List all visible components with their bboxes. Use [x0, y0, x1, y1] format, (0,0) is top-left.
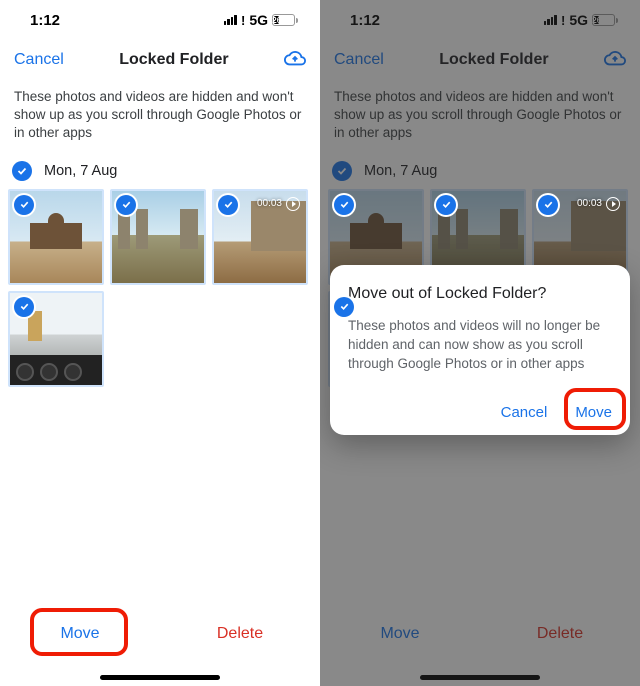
date-row[interactable]: Mon, 7 Aug	[0, 151, 320, 189]
network-label: 5G	[249, 12, 268, 28]
video-thumb[interactable]: 00:03	[212, 189, 308, 285]
selected-check-icon[interactable]	[116, 195, 136, 215]
screen-right: 1:12 ! 5G 26 Cancel Locked Folder These …	[320, 0, 640, 686]
photo-thumb[interactable]	[8, 189, 104, 285]
play-icon	[606, 197, 620, 211]
dialog-title: Move out of Locked Folder?	[348, 285, 612, 303]
battery-icon: 26	[272, 14, 298, 26]
move-button[interactable]: Move	[0, 601, 160, 686]
selected-check-icon[interactable]	[14, 195, 34, 215]
selected-check-icon[interactable]	[334, 297, 354, 317]
play-icon	[286, 197, 300, 211]
status-time: 1:12	[30, 12, 60, 29]
selected-check-icon[interactable]	[538, 195, 558, 215]
info-text: These photos and videos are hidden and w…	[0, 80, 320, 151]
video-duration-badge: 00:03	[577, 197, 620, 211]
selected-check-icon[interactable]	[218, 195, 238, 215]
page-header: Cancel Locked Folder	[0, 40, 320, 80]
signal-icon	[224, 15, 237, 25]
move-out-dialog: Move out of Locked Folder? These photos …	[330, 265, 630, 435]
dialog-cancel-button[interactable]: Cancel	[501, 404, 548, 421]
date-check-icon[interactable]	[12, 161, 32, 181]
dialog-body: These photos and videos will no longer b…	[348, 317, 612, 374]
page-title: Locked Folder	[119, 51, 228, 69]
cancel-button[interactable]: Cancel	[14, 51, 64, 69]
selected-check-icon[interactable]	[436, 195, 456, 215]
cloud-upload-icon[interactable]	[284, 47, 306, 74]
dialog-move-button[interactable]: Move	[575, 404, 612, 421]
selected-check-icon[interactable]	[334, 195, 354, 215]
screen-left: 1:12 ! 5G 26 Cancel Locked Folder These …	[0, 0, 320, 686]
date-label: Mon, 7 Aug	[44, 163, 117, 179]
dialog-actions: Cancel Move	[348, 404, 612, 421]
thumbnail-grid: 00:03	[0, 189, 320, 387]
delete-button[interactable]: Delete	[160, 601, 320, 686]
bottom-bar: Move Delete	[0, 601, 320, 686]
signal-alert-icon: !	[241, 13, 245, 28]
status-bar: 1:12 ! 5G 26	[0, 0, 320, 40]
home-indicator[interactable]	[100, 675, 220, 680]
video-duration-badge: 00:03	[257, 197, 300, 211]
status-right: ! 5G 26	[224, 12, 298, 28]
photo-thumb[interactable]	[110, 189, 206, 285]
selected-check-icon[interactable]	[14, 297, 34, 317]
photo-thumb[interactable]	[8, 291, 104, 387]
